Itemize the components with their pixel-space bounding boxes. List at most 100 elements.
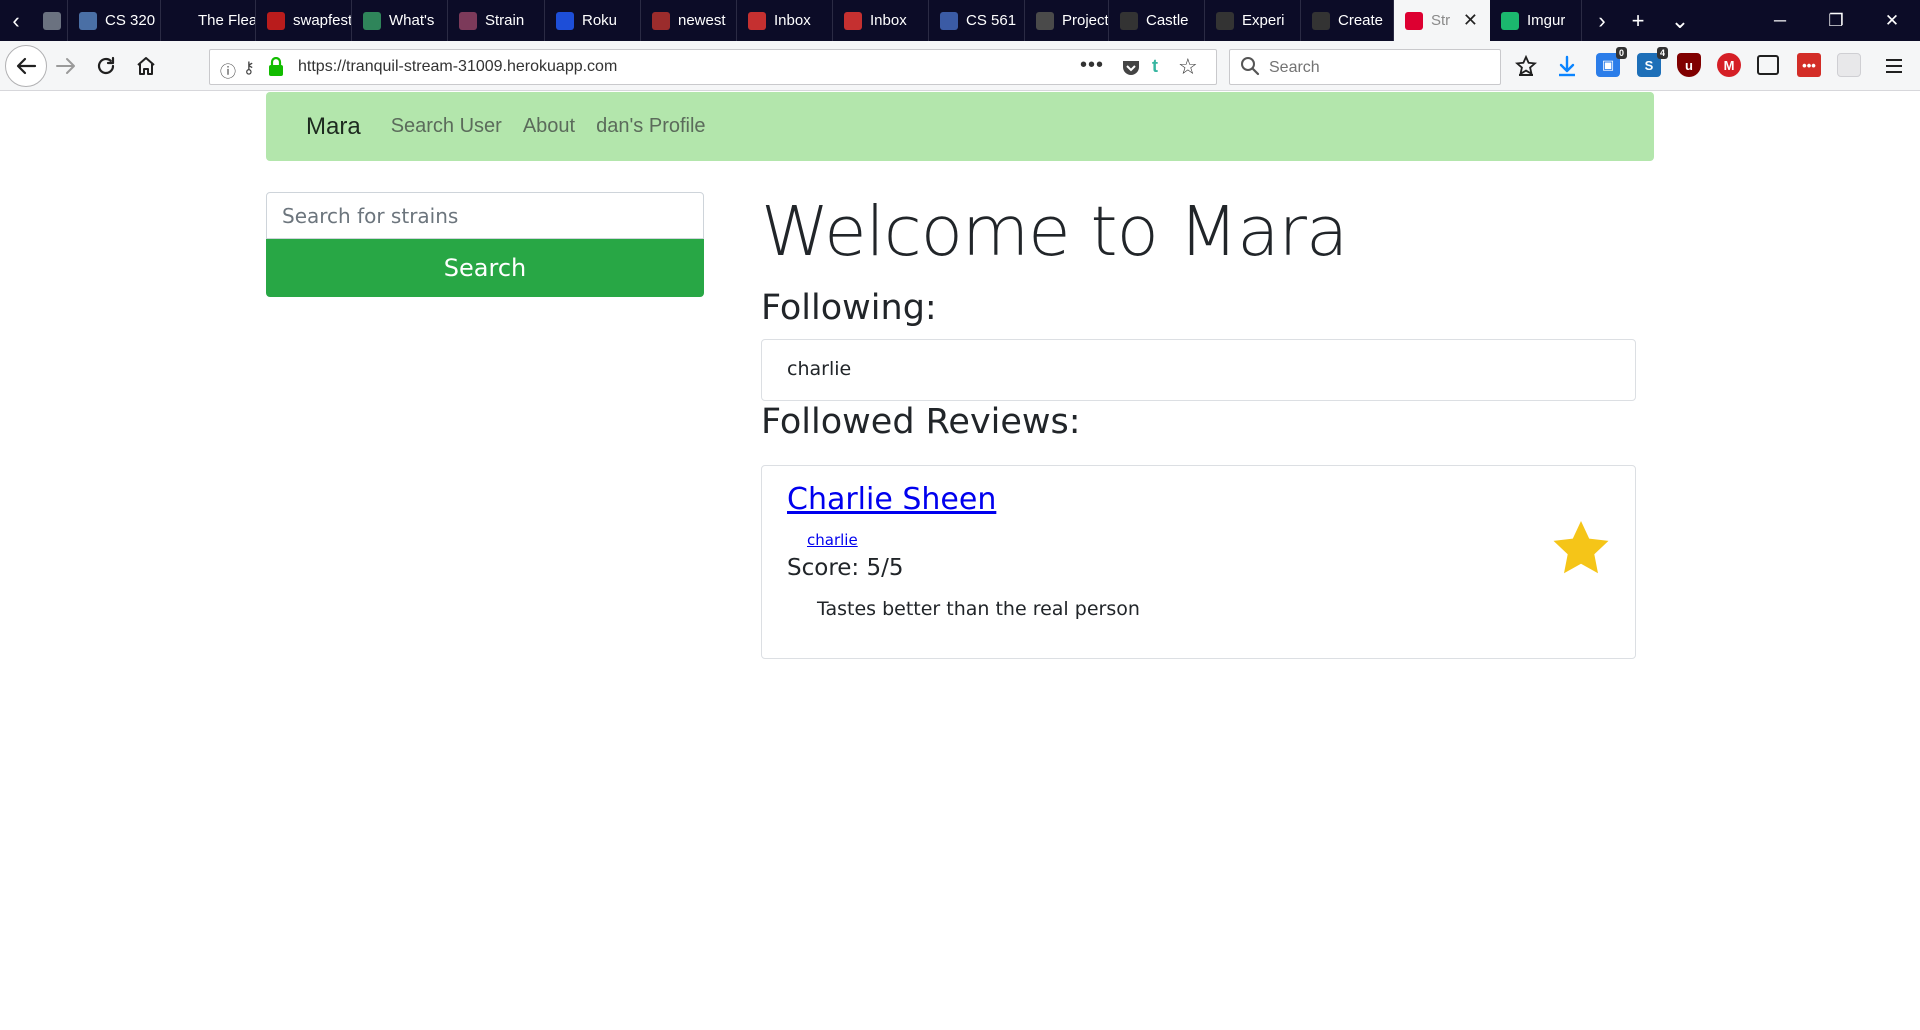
menu-button[interactable] (1876, 48, 1912, 84)
tab-title: Str (1431, 12, 1451, 29)
browser-tab[interactable]: Roku (545, 0, 641, 41)
tab-title: Castle (1146, 12, 1189, 29)
lastpass-icon[interactable]: ••• (1797, 53, 1821, 77)
browser-tab[interactable]: Imgur (1490, 0, 1582, 41)
lock-icon[interactable] (268, 57, 284, 77)
bookmark-star-icon[interactable]: ☆ (1178, 54, 1198, 80)
tab-favicon-icon (363, 11, 381, 30)
tab-favicon-icon (556, 11, 574, 30)
tab-title: Experi (1242, 12, 1285, 29)
followed-reviews-heading: Followed Reviews: (761, 402, 1081, 442)
mail-ext-icon[interactable]: M (1717, 53, 1741, 77)
tab-title: Strain (485, 12, 525, 29)
gray-extension-icon[interactable] (1837, 53, 1861, 77)
ublock-icon[interactable]: u (1677, 53, 1701, 77)
close-window-button[interactable]: ✕ (1864, 0, 1920, 41)
new-tab-button[interactable]: + (1618, 0, 1658, 41)
tab-favicon-icon (652, 11, 670, 30)
ext-badge-4-icon[interactable]: S4 (1637, 47, 1668, 77)
nav-link-about[interactable]: About (523, 115, 575, 138)
tab-favicon-icon (1036, 11, 1054, 30)
sidebar-icon[interactable] (1757, 55, 1779, 75)
browser-tab[interactable]: swapfest (256, 0, 352, 41)
pocket-icon[interactable] (1121, 58, 1141, 78)
review-card: Charlie Sheen charlie Score: 5/5 Tastes … (761, 465, 1636, 659)
page-title: Welcome to Mara (761, 192, 1348, 272)
arrow-left-icon (16, 57, 37, 75)
forward-button[interactable] (48, 48, 84, 84)
tab-title: Inbox (774, 12, 811, 29)
browser-tab[interactable]: Experi (1205, 0, 1301, 41)
hamburger-icon (1886, 59, 1902, 73)
app-navbar: Mara Search User About dan's Profile (266, 92, 1654, 161)
browser-search-field[interactable]: Search (1229, 49, 1501, 85)
following-item[interactable]: charlie (787, 358, 851, 380)
browser-tab[interactable]: newest (641, 0, 737, 41)
nav-link-search-user[interactable]: Search User (391, 115, 502, 138)
browser-tab[interactable]: CS 320 (68, 0, 161, 41)
browser-tab[interactable]: Create (1301, 0, 1394, 41)
tab-favicon-icon (1120, 11, 1138, 30)
browser-tab[interactable]: Castle (1109, 0, 1205, 41)
reload-button[interactable] (88, 48, 124, 84)
restore-button[interactable]: ❐ (1808, 0, 1864, 41)
review-strain-link[interactable]: Charlie Sheen (787, 482, 996, 517)
tab-favicon-icon (1216, 11, 1234, 30)
back-button[interactable] (5, 45, 47, 87)
browser-tab[interactable]: Strain (448, 0, 545, 41)
download-icon[interactable] (1556, 55, 1578, 77)
page-content: Mara Search User About dan's Profile Sea… (0, 92, 1920, 1030)
key-icon[interactable]: ⚷ (243, 58, 255, 78)
tab-scroll-right-button[interactable]: › (1582, 0, 1622, 41)
home-icon (137, 57, 155, 75)
tumblr-icon[interactable]: t (1152, 56, 1158, 77)
search-icon (1241, 57, 1260, 76)
tab-title: Roku (582, 12, 618, 29)
tab-favicon-icon (43, 11, 61, 30)
tab-favicon-icon (940, 11, 958, 30)
url-bar[interactable]: ⓘ ⚷ https://tranquil-stream-31009.heroku… (209, 49, 1217, 85)
tab-strip: ‹ dit CS 320 The Flea at swapfest What's Stra… (0, 0, 1920, 41)
browser-tab[interactable]: Inbox (833, 0, 929, 41)
browser-tab[interactable]: The Flea at (161, 0, 256, 41)
tab-title: newest (678, 12, 726, 29)
brand-link[interactable]: Mara (306, 113, 361, 141)
tab-title: CS 320 (105, 12, 156, 29)
review-user-link[interactable]: charlie (807, 531, 858, 549)
home-button[interactable] (128, 48, 164, 84)
nav-link-profile[interactable]: dan's Profile (596, 115, 705, 138)
strain-search-input[interactable]: Search for strains (266, 192, 704, 239)
tab-favicon-icon (748, 11, 766, 30)
review-score: Score: 5/5 (787, 555, 904, 581)
following-list: charlie (761, 339, 1636, 401)
browser-tab[interactable]: dit (32, 0, 68, 41)
browser-tab[interactable]: What's (352, 0, 448, 41)
favorite-star-icon[interactable] (1551, 518, 1611, 578)
arrow-right-icon (56, 58, 75, 74)
tab-favicon-icon (1312, 11, 1330, 30)
browser-tab[interactable]: Inbox (737, 0, 833, 41)
browser-tab[interactable]: Project (1025, 0, 1109, 41)
ext-badge-0-icon[interactable]: ▣ 0 (1596, 47, 1627, 77)
tab-title: What's (389, 12, 435, 29)
search-placeholder: Search (1269, 59, 1320, 76)
bookmarks-library-icon[interactable] (1515, 55, 1537, 77)
info-icon[interactable]: ⓘ (220, 58, 236, 82)
browser-tab[interactable]: CS 561 (929, 0, 1025, 41)
page-actions-icon[interactable]: ••• (1080, 54, 1104, 77)
tab-list-button[interactable]: ⌄ (1660, 0, 1700, 41)
browser-toolbar: ⓘ ⚷ https://tranquil-stream-31009.heroku… (0, 41, 1920, 91)
tab-favicon-icon (1501, 11, 1519, 30)
search-button[interactable]: Search (266, 239, 704, 297)
following-heading: Following: (761, 288, 937, 328)
close-tab-icon[interactable]: ✕ (1463, 10, 1478, 31)
minimize-button[interactable]: ─ (1752, 0, 1808, 41)
tab-active[interactable]: Str ✕ (1394, 0, 1490, 41)
tab-title: Inbox (870, 12, 907, 29)
tab-favicon-icon (79, 11, 97, 30)
tab-favicon-icon (1405, 11, 1423, 30)
strain-search-placeholder: Search for strains (282, 203, 459, 228)
tab-scroll-left-button[interactable]: ‹ (0, 0, 32, 41)
ext-badge-count: 4 (1656, 47, 1668, 59)
tab-favicon-icon (459, 11, 477, 30)
